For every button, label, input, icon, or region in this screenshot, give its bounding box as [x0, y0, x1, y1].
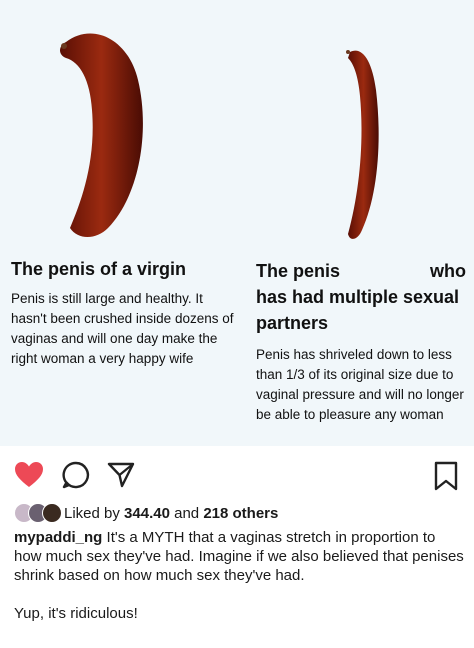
- heart-icon[interactable]: [14, 461, 44, 494]
- send-icon[interactable]: [107, 461, 135, 494]
- large-sausage: [60, 33, 143, 237]
- right-description: Penis has shriveled down to less than 1/…: [256, 347, 464, 422]
- small-sausage: [348, 50, 379, 239]
- left-description: Penis is still large and healthy. It has…: [11, 291, 234, 366]
- likes-connector: and: [174, 504, 200, 522]
- likes-text[interactable]: Liked by 344.40 and 218 others: [64, 505, 278, 522]
- others-link[interactable]: 218 others: [203, 505, 278, 522]
- first-liker[interactable]: 344.40: [124, 505, 170, 522]
- likes-row[interactable]: Liked by 344.40 and 218 others: [14, 501, 278, 525]
- post-image[interactable]: The penis of a virgin Penis is still lar…: [0, 0, 474, 446]
- avatar: [42, 503, 62, 523]
- caption-second-paragraph: Yup, it's ridiculous!: [14, 605, 138, 622]
- sausage-illustrations: [60, 33, 379, 239]
- right-title-part2: who: [430, 261, 466, 281]
- action-bar: [0, 455, 474, 495]
- right-title: The penis who has had multiple sexual pa…: [256, 258, 466, 336]
- caption-username[interactable]: mypaddi_ng: [14, 529, 102, 546]
- comment-icon[interactable]: [62, 461, 90, 494]
- right-title-rest: has had multiple sexual partners: [256, 287, 460, 333]
- left-title: The penis of a virgin: [11, 259, 187, 279]
- bookmark-icon[interactable]: [433, 461, 459, 496]
- caption: mypaddi_ng It's a MYTH that a vaginas st…: [14, 528, 464, 623]
- likes-prefix: Liked by: [64, 504, 120, 522]
- right-title-part1: The penis: [256, 261, 341, 281]
- liker-avatars[interactable]: [14, 503, 62, 523]
